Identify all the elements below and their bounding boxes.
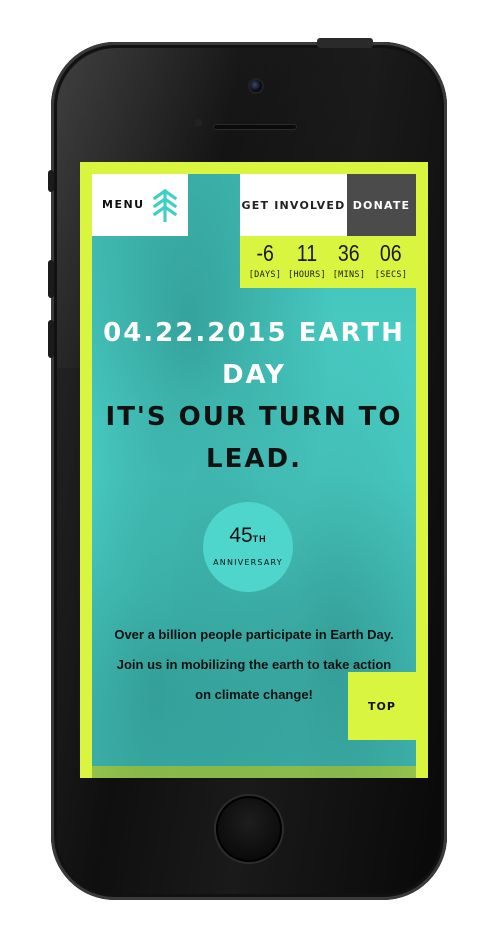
mute-switch [48, 170, 54, 192]
countdown-hours: 11 [HOURS] [286, 236, 328, 288]
countdown-days: -6 [DAYS] [244, 236, 286, 288]
hero-date-line-2: DAY [221, 360, 287, 390]
volume-up-button [48, 260, 54, 298]
donate-button[interactable]: DONATE [347, 174, 416, 236]
countdown-value: -6 [256, 240, 274, 266]
countdown-label: [MINS] [332, 270, 366, 280]
anniversary-number-suffix: TH [252, 534, 267, 544]
anniversary-label: ANNIVERSARY [213, 558, 283, 567]
countdown-mins: 36 [MINS] [328, 236, 370, 288]
anniversary-number: 45TH [203, 524, 293, 548]
top-button[interactable]: TOP [348, 672, 416, 740]
hero-tagline-2: LEAD. [206, 444, 302, 474]
menu-label: MENU [102, 198, 145, 211]
page-content: MENU GET INVOLVED DONATE -6 [DAYS] 11 [H… [80, 162, 428, 778]
countdown-value: 06 [380, 240, 402, 266]
hero-headline: 04.22.2015 EARTH DAY IT'S OUR TURN TO LE… [92, 312, 416, 480]
anniversary-badge: 45TH ANNIVERSARY [203, 502, 293, 592]
get-involved-button[interactable]: GET INVOLVED [240, 174, 347, 236]
anniversary-number-value: 45 [229, 524, 253, 547]
sleep-button [317, 38, 373, 48]
countdown-label: [DAYS] [248, 270, 282, 280]
countdown-secs: 06 [SECS] [370, 236, 412, 288]
volume-down-button [48, 320, 54, 358]
menu-button[interactable]: MENU [92, 174, 188, 236]
home-button[interactable] [216, 796, 282, 862]
proximity-sensor [194, 119, 202, 127]
hero-date-line-1: 04.22.2015 EARTH [103, 318, 405, 348]
countdown-label: [HOURS] [288, 270, 326, 280]
countdown-label: [SECS] [374, 270, 408, 280]
hero-tagline-1: IT'S OUR TURN TO [105, 402, 403, 432]
intro-line-1: Over a billion people participate in Ear… [114, 627, 394, 642]
tree-logo-icon[interactable] [152, 188, 178, 222]
countdown-value: 11 [296, 240, 318, 266]
countdown-value: 36 [338, 240, 360, 266]
earpiece-speaker [213, 124, 297, 130]
countdown-timer: -6 [DAYS] 11 [HOURS] 36 [MINS] 06 [SECS] [240, 236, 416, 288]
phone-screen: MENU GET INVOLVED DONATE -6 [DAYS] 11 [H… [80, 162, 428, 778]
front-camera [250, 80, 262, 92]
